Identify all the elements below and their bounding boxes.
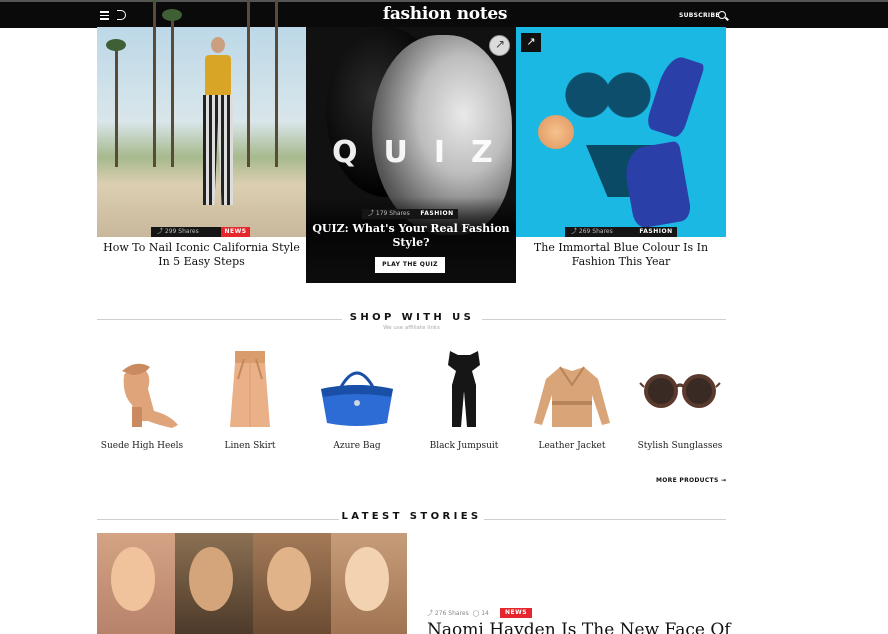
california-style-image[interactable] [97,0,306,237]
top-navigation-bar: fashion notes SUBSCRIBE [0,0,888,28]
affiliate-note: We use affiliate links [383,325,440,331]
story-title[interactable]: Naomi Hayden Is The New Face Of [427,620,731,634]
share-count: ⤴ 179 Shares [362,209,416,219]
share-count: ⤴ 269 Shares [565,227,635,237]
fashion-tag[interactable]: FASHION [635,227,677,237]
divider [484,519,726,520]
product-suede-high-heels[interactable]: Suede High Heels [92,345,192,451]
product-black-jumpsuit[interactable]: Black Jumpsuit [414,345,514,451]
divider [482,319,726,320]
arrow-right-icon: → [720,477,727,484]
news-tag[interactable]: NEWS [500,608,532,618]
news-tag[interactable]: NEWS [221,227,250,237]
hamburger-menu-icon[interactable] [100,11,109,20]
external-link-icon[interactable] [489,35,510,56]
article-title-california[interactable]: How To Nail Iconic California Style In 5 … [97,241,306,268]
product-stylish-sunglasses[interactable]: Stylish Sunglasses [630,345,730,451]
product-leather-jacket[interactable]: Leather Jacket [522,345,622,451]
dark-mode-moon-icon[interactable] [117,10,126,20]
story-meta: ⤴ 276 Shares ◯ 14 [427,610,489,617]
divider [97,319,342,320]
shop-heading: SHOP WITH US [349,312,475,323]
divider [97,519,339,520]
article-title-quiz[interactable]: QUIZ: What's Your Real Fashion Style? [306,222,516,249]
site-logo[interactable]: fashion notes [330,4,560,24]
article-title-blue[interactable]: The Immortal Blue Colour Is In Fashion Th… [516,241,726,268]
naomi-hayden-image[interactable] [97,533,407,634]
blue-fashion-image[interactable] [516,27,726,237]
subscribe-link[interactable]: SUBSCRIBE [679,12,720,19]
more-products-link[interactable]: MORE PRODUCTS → [656,477,726,484]
search-icon[interactable] [718,11,726,19]
share-count: ⤴ 299 Shares [151,227,221,237]
quiz-overlay-text: QUIZ [332,135,519,170]
trending-icon[interactable]: ↗ [521,33,541,52]
play-the-quiz-button[interactable]: PLAY THE QUIZ [375,257,445,273]
fashion-tag[interactable]: FASHION [416,209,458,219]
latest-stories-heading: LATEST STORIES [341,511,482,522]
comment-icon: ◯ [472,610,480,617]
product-azure-bag[interactable]: Azure Bag [307,345,407,451]
product-linen-skirt[interactable]: Linen Skirt [200,345,300,451]
